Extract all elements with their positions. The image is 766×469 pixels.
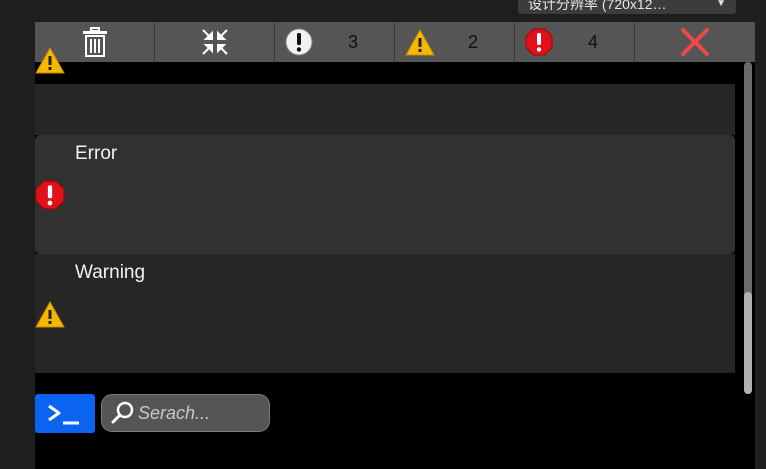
warning-icon: [35, 46, 65, 74]
info-count: 3: [347, 32, 358, 52]
chevron-down-icon: ▼: [716, 0, 726, 9]
command-button[interactable]: [35, 394, 95, 433]
error-icon: [525, 28, 553, 56]
search-input[interactable]: [136, 402, 258, 424]
info-icon: [285, 28, 313, 56]
log-message: Warning: [75, 262, 146, 283]
log-list: Error Warning: [35, 46, 741, 382]
close-icon: [681, 28, 709, 56]
resolution-label: 设计分辨率 (720x12…: [528, 0, 667, 12]
warning-icon: [35, 300, 65, 328]
warning-count: 2: [467, 32, 478, 52]
error-filter-button[interactable]: 4: [515, 22, 635, 62]
log-entry-warning[interactable]: Warning: [35, 254, 735, 373]
terminal-prompt-icon: [48, 404, 79, 424]
search-box: [101, 394, 270, 432]
console-panel: 3 2 4 Error Warning Serach...: [35, 22, 755, 469]
collapse-icon: [201, 29, 228, 55]
log-entry-empty[interactable]: [35, 84, 735, 135]
warning-icon: [405, 28, 435, 56]
console-toolbar: 3 2 4: [35, 22, 755, 62]
log-message: Error: [75, 143, 118, 164]
editor-top-strip: 设计分辨率 (720x12… ▼: [0, 0, 766, 22]
error-count: 4: [587, 32, 598, 52]
log-entry-warning-partial[interactable]: [35, 46, 735, 84]
log-entry-error[interactable]: Error: [35, 135, 735, 254]
close-button[interactable]: [635, 22, 755, 62]
resolution-dropdown[interactable]: 设计分辨率 (720x12… ▼: [518, 0, 736, 14]
trash-icon: [82, 27, 107, 57]
collapse-button[interactable]: [155, 22, 275, 62]
scrollbar-thumb[interactable]: [744, 292, 752, 394]
warning-filter-button[interactable]: 2: [395, 22, 515, 62]
error-icon: [35, 180, 65, 210]
search-icon: [111, 401, 134, 424]
info-filter-button[interactable]: 3: [275, 22, 395, 62]
